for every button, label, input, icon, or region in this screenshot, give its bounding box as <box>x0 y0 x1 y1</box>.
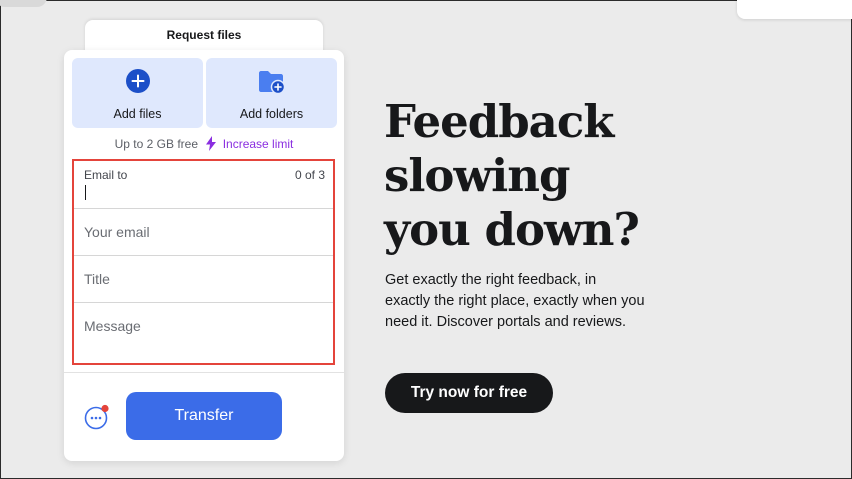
storage-limit-row: Up to 2 GB free Increase limit <box>64 136 344 152</box>
transfer-panel: Add files Add folders Up to 2 GB free In… <box>64 50 344 461</box>
headline-line-2: slowing <box>384 149 570 202</box>
email-to-field[interactable]: Email to 0 of 3 <box>74 161 333 209</box>
title-field[interactable]: Title <box>74 256 333 303</box>
promo-headline: Feedback slowing you down? <box>384 95 684 257</box>
add-folders-button[interactable]: Add folders <box>206 58 337 128</box>
try-now-button[interactable]: Try now for free <box>385 373 553 413</box>
folder-plus-icon <box>257 69 287 100</box>
your-email-placeholder: Your email <box>84 224 150 240</box>
message-field[interactable]: Message <box>74 303 333 363</box>
more-options-icon[interactable] <box>84 404 109 430</box>
transfer-button[interactable]: Transfer <box>126 392 282 440</box>
storage-limit-text: Up to 2 GB free <box>114 137 198 151</box>
email-to-label: Email to <box>84 168 128 182</box>
title-placeholder: Title <box>84 271 110 287</box>
add-files-button[interactable]: Add files <box>72 58 203 128</box>
recipient-counter: 0 of 3 <box>294 168 325 182</box>
request-files-label: Request files <box>166 28 242 42</box>
panel-divider <box>64 372 344 373</box>
headline-line-1: Feedback <box>384 95 614 148</box>
text-cursor <box>85 185 86 200</box>
corner-decoration <box>0 0 47 7</box>
transfer-form: Email to 0 of 3 Your email Title Message <box>72 159 335 365</box>
headline-line-3: you down? <box>384 203 640 256</box>
promo-description: Get exactly the right feedback, in exact… <box>385 272 645 330</box>
add-files-label: Add files <box>113 107 162 121</box>
your-email-field[interactable]: Your email <box>74 209 333 256</box>
top-right-card <box>737 0 852 19</box>
add-folders-label: Add folders <box>239 107 304 121</box>
increase-limit-link[interactable]: Increase limit <box>223 137 294 151</box>
plus-circle-icon <box>125 69 150 98</box>
lightning-icon <box>205 136 217 154</box>
message-placeholder: Message <box>84 318 141 334</box>
